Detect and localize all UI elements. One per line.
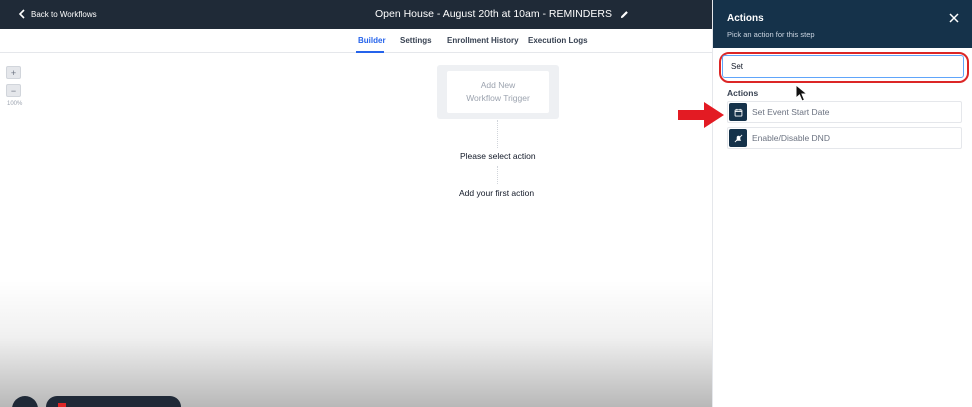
- mouse-cursor-icon: [795, 84, 809, 102]
- recording-toolbar[interactable]: [46, 396, 181, 407]
- tab-enrollment-history[interactable]: Enrollment History: [447, 36, 519, 45]
- panel-header: Actions Pick an action for this step: [713, 0, 972, 48]
- action-enable-disable-dnd[interactable]: Enable/Disable DND: [727, 127, 962, 149]
- workflow-title[interactable]: Open House - August 20th at 10am - REMIN…: [375, 8, 629, 20]
- tab-builder[interactable]: Builder: [358, 36, 386, 45]
- select-action-node[interactable]: Please select action: [456, 149, 540, 163]
- connector-line: [497, 166, 498, 184]
- red-arrow-icon: [678, 102, 724, 128]
- back-label: Back to Workflows: [31, 9, 97, 19]
- actions-panel: Actions Pick an action for this step Act…: [712, 0, 972, 407]
- chevron-left-icon: [18, 9, 25, 19]
- workflow-tabs: Builder Settings Enrollment History Exec…: [0, 29, 712, 53]
- panel-title: Actions: [727, 13, 764, 24]
- zoom-in-button[interactable]: +: [6, 66, 21, 79]
- action-search-input[interactable]: [722, 55, 964, 78]
- close-icon[interactable]: [949, 13, 959, 23]
- active-tab-indicator: [356, 51, 384, 53]
- calendar-icon: [729, 103, 747, 121]
- connector-line: [497, 120, 498, 148]
- bell-off-icon: [729, 129, 747, 147]
- workflow-title-text: Open House - August 20th at 10am - REMIN…: [375, 8, 612, 20]
- top-bar: Back to Workflows Open House - August 20…: [0, 0, 712, 29]
- tab-settings[interactable]: Settings: [400, 36, 432, 45]
- dock-button[interactable]: [12, 396, 38, 407]
- action-label: Set Event Start Date: [752, 107, 830, 117]
- back-to-workflows-link[interactable]: Back to Workflows: [18, 9, 97, 19]
- add-trigger-inner: Add New Workflow Trigger: [447, 71, 549, 113]
- zoom-out-button[interactable]: −: [6, 84, 21, 97]
- tab-execution-logs[interactable]: Execution Logs: [528, 36, 588, 45]
- trigger-line-1: Add New: [480, 80, 516, 90]
- bottom-shadow: [0, 280, 712, 407]
- action-label: Enable/Disable DND: [752, 133, 830, 143]
- panel-subtitle: Pick an action for this step: [727, 30, 815, 39]
- actions-section-label: Actions: [727, 88, 759, 98]
- trigger-line-2: Workflow Trigger: [466, 93, 530, 103]
- pencil-icon[interactable]: [620, 10, 629, 19]
- add-first-action-node[interactable]: Add your first action: [455, 186, 539, 200]
- action-set-event-start-date[interactable]: Set Event Start Date: [727, 101, 962, 123]
- record-indicator: [58, 403, 66, 407]
- add-trigger-card[interactable]: Add New Workflow Trigger: [437, 65, 559, 119]
- zoom-level: 100%: [7, 101, 23, 107]
